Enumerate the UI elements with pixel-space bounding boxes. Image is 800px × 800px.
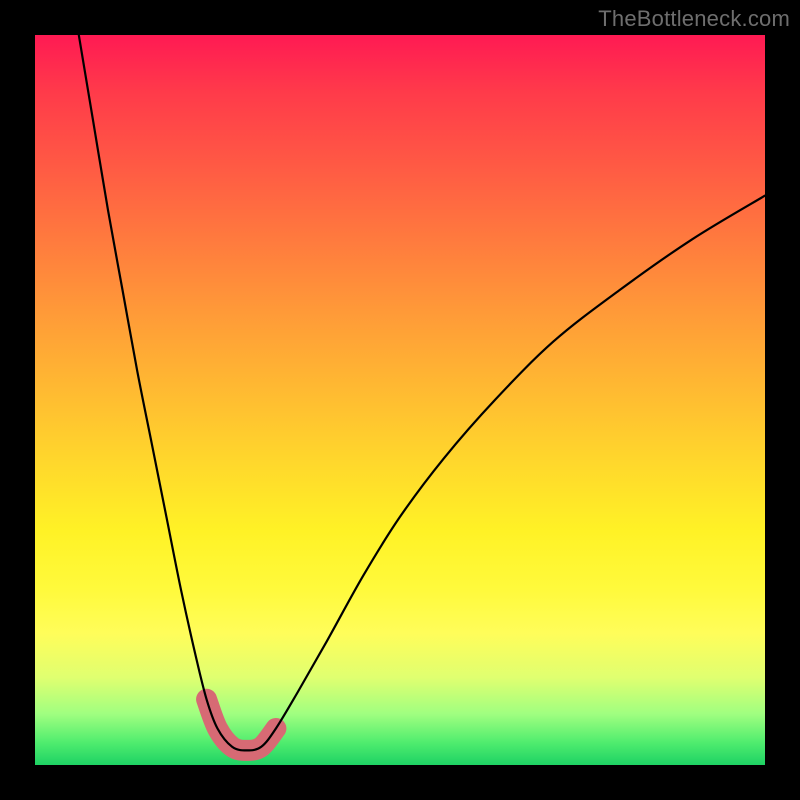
curve-svg [35, 35, 765, 765]
bottleneck-curve-path [79, 35, 765, 750]
chart-frame: TheBottleneck.com [0, 0, 800, 800]
plot-area [35, 35, 765, 765]
watermark-text: TheBottleneck.com [598, 6, 790, 32]
